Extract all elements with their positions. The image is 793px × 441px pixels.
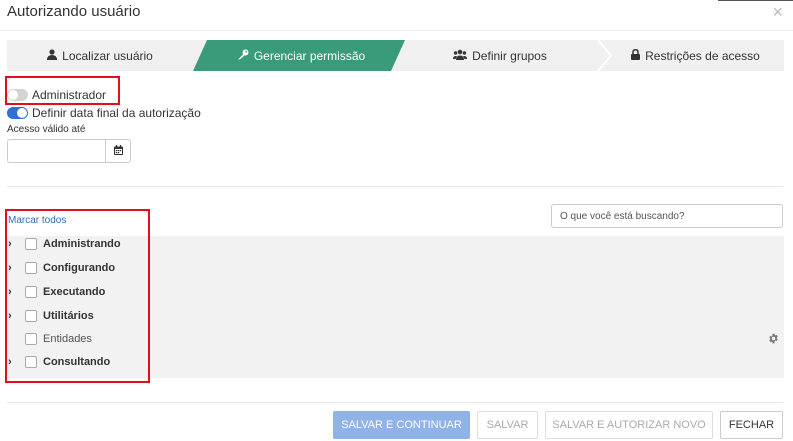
lock-icon: [631, 49, 641, 62]
dialog-title: Autorizando usuário: [7, 3, 141, 20]
save-authorize-new-button[interactable]: SALVAR E AUTORIZAR NOVO: [545, 411, 713, 439]
valid-until-label: Acesso válido até: [7, 124, 86, 135]
tab-definir-grupos[interactable]: Definir grupos: [403, 40, 597, 71]
section-divider: [7, 186, 783, 187]
save-button[interactable]: SALVAR: [477, 411, 538, 439]
footer-divider: [7, 402, 783, 403]
tab-label: Localizar usuário: [62, 48, 153, 63]
close-button[interactable]: FECHAR: [720, 411, 783, 439]
save-continue-button[interactable]: SALVAR E CONTINUAR: [333, 411, 470, 439]
gear-icon[interactable]: [768, 333, 779, 347]
users-icon: [453, 49, 468, 62]
tab-label: Definir grupos: [472, 48, 547, 63]
wizard-steps: Localizar usuário Gerenciar permissão De…: [7, 40, 784, 71]
search-input[interactable]: [551, 204, 783, 228]
tab-label: Restrições de acesso: [645, 48, 760, 63]
valid-until-input[interactable]: [7, 139, 105, 163]
calendar-icon: [113, 142, 123, 160]
permissions-highlight-box: [5, 209, 150, 383]
tab-label: Gerenciar permissão: [253, 48, 366, 63]
end-date-toggle-label: Definir data final da autorização: [32, 106, 201, 120]
end-date-toggle-row: Definir data final da autorização: [7, 106, 201, 120]
admin-highlight-box: [5, 76, 120, 105]
close-icon[interactable]: ×: [772, 2, 783, 23]
user-icon: [47, 49, 58, 62]
toggle-knob: [17, 108, 27, 118]
tab-localizar-usuario[interactable]: Localizar usuário: [7, 40, 193, 71]
title-divider: [0, 30, 793, 31]
calendar-button[interactable]: [105, 139, 131, 163]
top-edge-line: [718, 0, 793, 1]
key-icon: [237, 49, 249, 62]
tab-gerenciar-permissao[interactable]: Gerenciar permissão: [203, 40, 399, 71]
end-date-toggle[interactable]: [7, 107, 28, 119]
tab-restricoes-de-acesso[interactable]: Restrições de acesso: [607, 40, 784, 71]
